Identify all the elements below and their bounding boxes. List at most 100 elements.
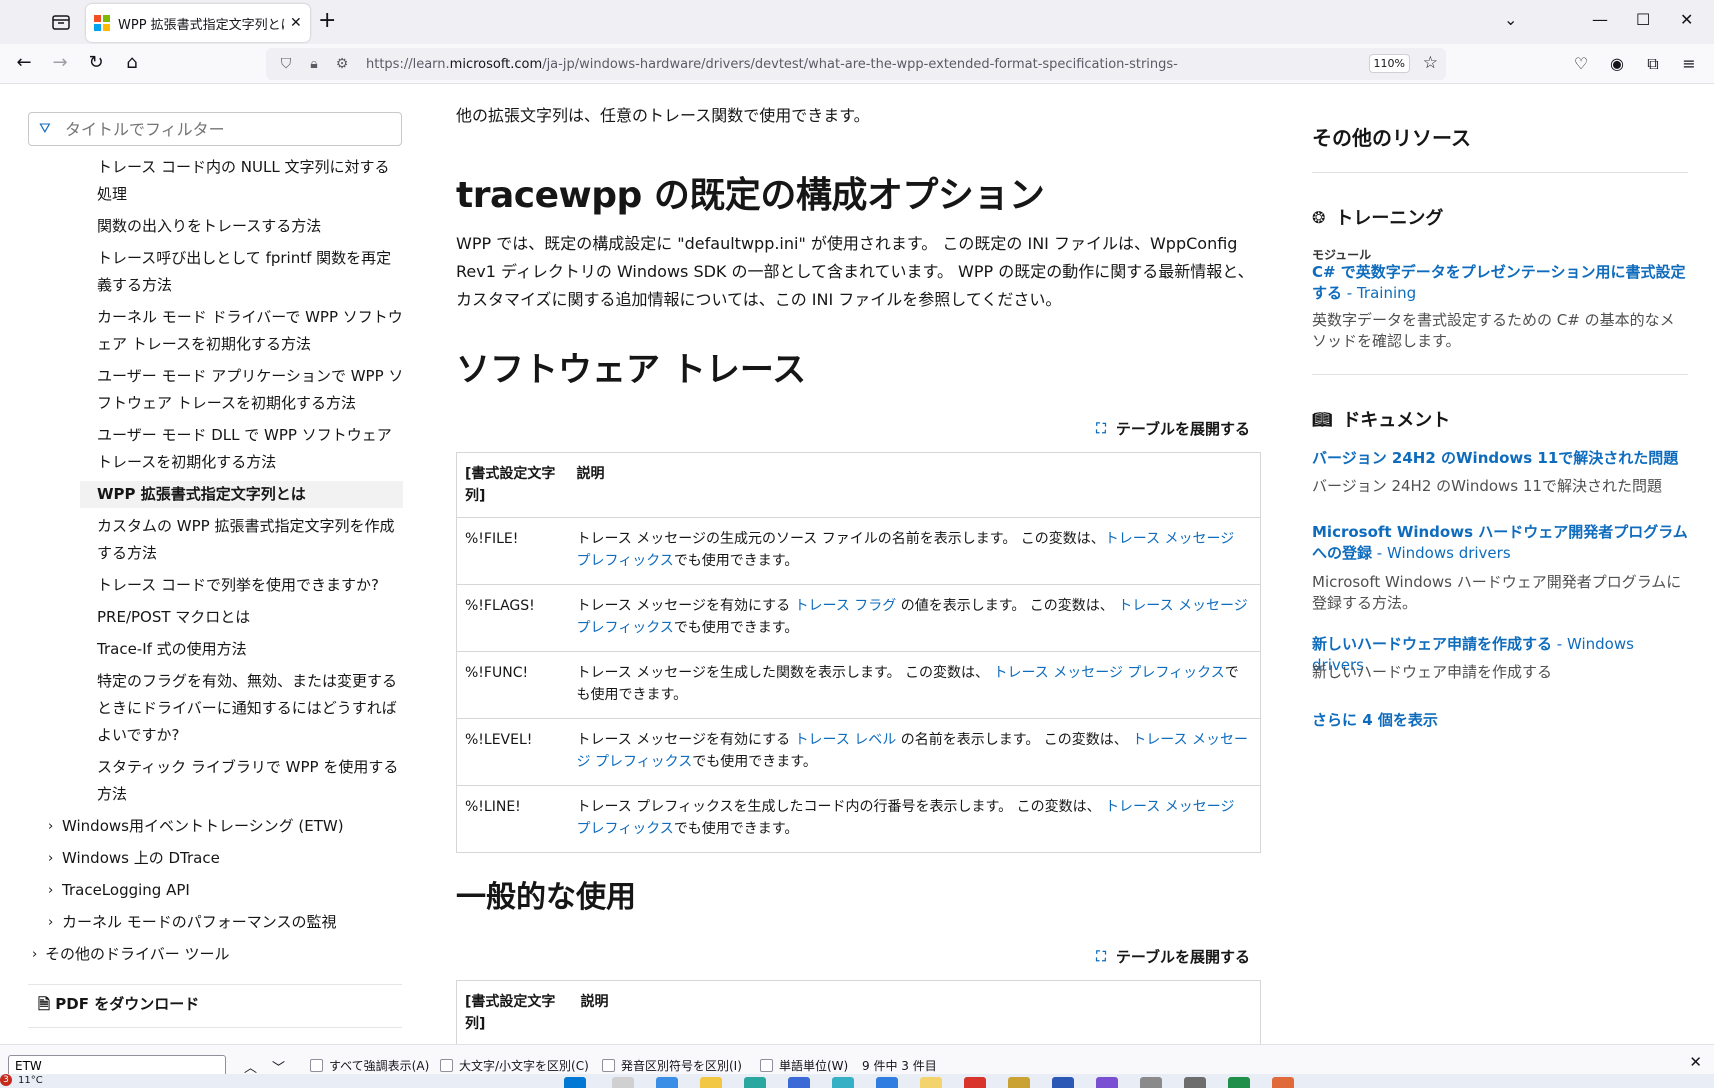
url-text[interactable]: https://learn.microsoft.com/ja-jp/window… <box>366 57 1366 72</box>
heading-general-usage: 一般的な使用 <box>456 880 636 915</box>
toc-list: トレース コード内の NULL 文字列に対する処理 関数の出入りをトレースする方… <box>0 154 420 973</box>
weather-temperature[interactable]: 11°C <box>18 1075 43 1086</box>
toc-filter[interactable]: ⛛ <box>28 112 402 146</box>
pocket-icon[interactable]: ♡ <box>1570 54 1592 73</box>
toc-group[interactable]: › その他のドライバー ツール <box>0 941 420 968</box>
app-icon[interactable] <box>1228 1077 1250 1088</box>
app-icon[interactable] <box>964 1077 986 1088</box>
highlight-all-checkbox[interactable]: すべて強調表示(A) <box>310 1057 429 1074</box>
app-icon[interactable] <box>1184 1077 1206 1088</box>
toc-item[interactable]: カーネル モード ドライバーで WPP ソフトウェア トレースを初期化する方法 <box>0 304 420 358</box>
reload-icon[interactable]: ↻ <box>84 52 108 73</box>
app-icon[interactable] <box>832 1077 854 1088</box>
start-icon[interactable] <box>564 1077 586 1088</box>
doc-description: バージョン 24H2 のWindows 11で解決された問題 <box>1312 477 1662 495</box>
training-heading: ❂ トレーニング <box>1312 207 1444 230</box>
toc-item-active[interactable]: WPP 拡張書式指定文字列とは <box>80 481 403 508</box>
file-explorer-icon[interactable] <box>700 1077 722 1088</box>
trace-level-link[interactable]: トレース レベル <box>795 732 897 748</box>
tab-active[interactable]: WPP 拡張書式指定文字列とは - ✕ <box>86 4 310 42</box>
home-icon[interactable]: ⌂ <box>120 52 144 73</box>
back-icon[interactable]: ← <box>12 52 36 73</box>
table-row: %!FUNC! トレース メッセージを生成した関数を表示します。 この変数は、 … <box>456 651 1261 719</box>
toc-item[interactable]: ユーザー モード アプリケーションで WPP ソフトウェア トレースを初期化する… <box>0 363 420 417</box>
trace-flag-link[interactable]: トレース フラグ <box>795 598 897 614</box>
tracking-shield-icon[interactable]: ⛉ <box>276 56 296 72</box>
url-bar[interactable]: ⛉ 🔒︎ ⚙ https://learn.microsoft.com/ja-jp… <box>266 48 1446 80</box>
doc-link[interactable]: Microsoft Windows ハードウェア開発者プログラムへの登録 - W… <box>1312 522 1688 564</box>
notification-badge: 3 <box>0 1074 12 1086</box>
match-case-checkbox[interactable]: 大文字/小文字を区別(C) <box>440 1057 589 1074</box>
whole-words-checkbox[interactable]: 単語単位(W) <box>760 1057 848 1074</box>
toc-item[interactable]: ユーザー モード DLL で WPP ソフトウェア トレースを初期化する方法 <box>0 422 420 476</box>
extensions-icon[interactable]: ⧉ <box>1642 54 1664 74</box>
trace-prefix-link[interactable]: トレース メッセージ プレフィックス <box>993 665 1224 681</box>
expand-table-button[interactable]: ⛶ テーブルを展開する <box>1096 946 1250 967</box>
toc-group-label: Windows 上の DTrace <box>62 849 220 867</box>
training-link[interactable]: C# で英数字データをプレゼンテーション用に書式設定する - Training <box>1312 262 1688 304</box>
tab-list-icon[interactable] <box>50 12 72 32</box>
edge-icon[interactable] <box>744 1077 766 1088</box>
menu-icon[interactable]: ≡ <box>1678 54 1700 73</box>
close-window-icon[interactable]: ✕ <box>1680 10 1693 29</box>
lock-icon[interactable]: 🔒︎ <box>304 56 324 72</box>
widgets-icon[interactable] <box>656 1077 678 1088</box>
zoom-badge[interactable]: 110% <box>1368 54 1410 73</box>
doc-link[interactable]: バージョン 24H2 のWindows 11で解決された問題 <box>1312 448 1688 469</box>
doc-description: 新しいハードウェア申請を作成する <box>1312 663 1553 681</box>
show-more-link[interactable]: さらに 4 個を表示 <box>1312 710 1688 731</box>
account-icon[interactable]: ◉ <box>1606 54 1628 73</box>
toc-item[interactable]: トレース コードで列挙を使用できますか? <box>0 572 420 599</box>
chevron-right-icon: › <box>48 915 54 930</box>
pdf-download-label: PDF をダウンロード <box>55 995 200 1013</box>
bookmark-star-icon[interactable]: ☆ <box>1423 53 1438 73</box>
toc-item[interactable]: PRE/POST マクロとは <box>0 604 420 631</box>
firefox-icon[interactable] <box>920 1077 942 1088</box>
toc-item[interactable]: Trace-If 式の使用方法 <box>0 636 420 663</box>
nav-bar: ← → ↻ ⌂ ⛉ 🔒︎ ⚙ https://learn.microsoft.c… <box>0 44 1714 84</box>
new-tab-button[interactable]: + <box>318 8 336 33</box>
toc-filter-input[interactable] <box>65 119 385 139</box>
app-icon[interactable] <box>1052 1077 1074 1088</box>
find-close-icon[interactable]: ✕ <box>1689 1053 1702 1071</box>
toc-item[interactable]: 特定のフラグを有効、無効、または変更するときにドライバーに通知するにはどうすれば… <box>0 668 420 749</box>
toc-item[interactable]: カスタムの WPP 拡張書式指定文字列を作成する方法 <box>0 513 420 567</box>
maximize-icon[interactable]: ☐ <box>1636 10 1650 29</box>
divider <box>1312 374 1688 375</box>
match-diacritics-checkbox[interactable]: 発音区別符号を区別(I) <box>602 1057 742 1074</box>
toc-group[interactable]: › Windows用イベントトレーシング (ETW) <box>0 813 420 840</box>
chevron-right-icon: › <box>48 819 54 834</box>
filter-icon: ⛛ <box>39 121 51 137</box>
expand-icon: ⛶ <box>1096 420 1106 437</box>
tab-bar: WPP 拡張書式指定文字列とは - ✕ + ⌄ — ☐ ✕ <box>0 0 1714 44</box>
table-row: %!FILE! トレース メッセージの生成元のソース ファイルの名前を表示します… <box>456 517 1261 585</box>
app-icon[interactable] <box>788 1077 810 1088</box>
toc-group[interactable]: › TraceLogging API <box>0 877 420 904</box>
list-all-tabs-icon[interactable]: ⌄ <box>1504 10 1517 29</box>
app-icon[interactable] <box>1272 1077 1294 1088</box>
app-icon[interactable] <box>876 1077 898 1088</box>
tab-close-icon[interactable]: ✕ <box>290 15 302 31</box>
permissions-icon[interactable]: ⚙ <box>332 56 352 72</box>
find-bar: ︿ ﹀ すべて強調表示(A) 大文字/小文字を区別(C) 発音区別符号を区別(I… <box>0 1044 1714 1077</box>
table-cell-desc: トレース メッセージを有効にする トレース フラグ の値を表示します。 この変数… <box>568 584 1261 652</box>
toc-group[interactable]: › カーネル モードのパフォーマンスの監視 <box>0 909 420 936</box>
minimize-icon[interactable]: — <box>1592 10 1608 29</box>
pdf-download-link[interactable]: 🗎︎ PDF をダウンロード <box>28 984 402 1028</box>
expand-icon: ⛶ <box>1096 948 1106 965</box>
toc-item[interactable]: トレース コード内の NULL 文字列に対する処理 <box>0 154 420 208</box>
search-icon[interactable] <box>612 1077 634 1088</box>
forward-icon[interactable]: → <box>48 52 72 73</box>
table-cell-desc: トレース プレフィックスを生成したコード内の行番号を表示します。 この変数は、 … <box>568 785 1261 853</box>
expand-table-label: テーブルを展開する <box>1115 948 1250 966</box>
app-icon[interactable] <box>1140 1077 1162 1088</box>
expand-table-button[interactable]: ⛶ テーブルを展開する <box>1096 418 1250 439</box>
toc-item[interactable]: トレース呼び出しとして fprintf 関数を再定義する方法 <box>0 245 420 299</box>
format-table: [書式設定文字列] 説明 %!FILE! トレース メッセージの生成元のソース … <box>456 452 1261 853</box>
toc-item[interactable]: 関数の出入りをトレースする方法 <box>0 213 420 240</box>
training-icon: ❂ <box>1312 207 1326 227</box>
toc-group[interactable]: › Windows 上の DTrace <box>0 845 420 872</box>
toc-item[interactable]: スタティック ライブラリで WPP を使用する方法 <box>0 754 420 808</box>
app-icon[interactable] <box>1008 1077 1030 1088</box>
app-icon[interactable] <box>1096 1077 1118 1088</box>
